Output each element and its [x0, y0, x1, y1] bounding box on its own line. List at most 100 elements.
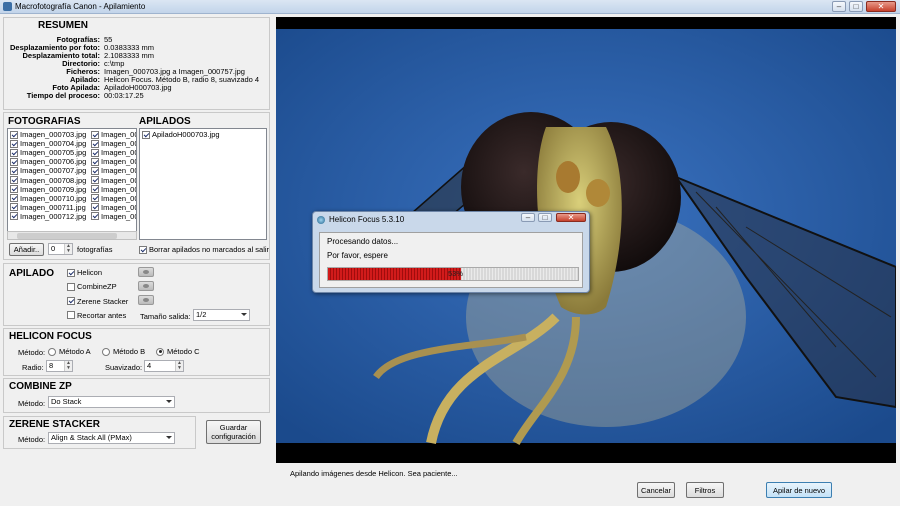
method-c-label: Método C — [167, 347, 200, 356]
method-b-radio[interactable]: Método B — [102, 347, 145, 356]
checkbox-icon[interactable] — [142, 130, 150, 139]
checkbox-icon[interactable] — [91, 194, 99, 203]
checkbox-icon[interactable] — [91, 203, 99, 212]
photo-list-item[interactable]: Imagen_000712.jpg — [10, 212, 86, 221]
preview-eye-icon[interactable] — [138, 295, 154, 305]
stacked-list-item[interactable]: ApiladoH000703.jpg — [142, 130, 220, 139]
checkbox-icon[interactable] — [67, 297, 75, 306]
checkbox-icon[interactable] — [91, 157, 99, 166]
checkbox-icon[interactable] — [91, 212, 99, 221]
checkbox-icon[interactable] — [91, 176, 99, 184]
photo-list-item[interactable]: Imagen_00 — [91, 203, 136, 212]
photo-list-item[interactable]: Imagen_00 — [91, 130, 136, 139]
checkbox-icon[interactable] — [91, 185, 99, 194]
photo-count-value: 0 — [51, 244, 56, 253]
checkbox-icon[interactable] — [10, 130, 18, 139]
photo-list-item[interactable]: Imagen_000708.jpg — [10, 176, 86, 185]
method-c-radio[interactable]: Método C — [156, 347, 200, 356]
stacking-option-checkbox[interactable]: Zerene Stacker — [67, 297, 128, 306]
stacked-list[interactable]: ApiladoH000703.jpg — [139, 128, 267, 240]
photo-list-item[interactable]: Imagen_00 — [91, 166, 137, 176]
checkbox-icon[interactable] — [10, 203, 18, 212]
photo-list-item[interactable]: Imagen_00 — [91, 157, 136, 166]
checkbox-icon[interactable] — [91, 166, 99, 175]
photo-list-item[interactable]: Imagen_000707.jpg — [10, 166, 86, 175]
checkbox-icon[interactable] — [91, 130, 99, 139]
stepper-arrows-icon[interactable]: ▲ ▼ — [175, 361, 183, 371]
checkbox-icon[interactable] — [91, 148, 99, 157]
delete-unmarked-checkbox[interactable]: Borrar apilados no marcados al salir — [139, 245, 269, 254]
preview-eye-icon[interactable] — [138, 267, 154, 277]
checkbox-icon[interactable] — [10, 212, 18, 221]
photo-list-item[interactable]: Imagen_000703.jpg — [10, 130, 86, 139]
zerene-method-select[interactable]: Align & Stack All (PMax) — [48, 432, 175, 444]
checkbox-icon[interactable] — [10, 166, 18, 175]
stacking-option-checkbox[interactable]: Recortar antes — [67, 311, 126, 320]
combinezp-method-select[interactable]: Do Stack — [48, 396, 175, 408]
checkbox-icon[interactable] — [10, 148, 18, 157]
method-a-radio[interactable]: Método A — [48, 347, 91, 356]
photo-filename: Imagen_00 — [101, 166, 137, 176]
dialog-maximize-button[interactable]: □ — [538, 213, 552, 222]
photo-filename: Imagen_000709.jpg — [20, 184, 87, 194]
photo-list-item[interactable]: Imagen_00 — [91, 176, 136, 185]
checkbox-icon[interactable] — [67, 311, 75, 320]
photos-list[interactable]: Imagen_000703.jpg Imagen_000704.jpg Imagen… — [7, 128, 137, 240]
close-button[interactable]: ✕ — [866, 1, 896, 12]
photo-list-item[interactable]: Imagen_00 — [91, 139, 136, 148]
radio-selected-icon[interactable] — [156, 347, 164, 356]
restack-button[interactable]: Apilar de nuevo — [766, 482, 832, 498]
radio-icon[interactable] — [48, 347, 56, 356]
checkbox-icon[interactable] — [10, 194, 18, 203]
radius-label: Radio: — [22, 363, 44, 372]
save-config-button[interactable]: Guardar configuración — [206, 420, 261, 444]
output-size-select[interactable]: 1/2 — [193, 309, 250, 321]
maximize-button[interactable]: □ — [849, 1, 863, 12]
photo-count-stepper[interactable]: 0 ▲ ▼ — [48, 243, 73, 255]
photo-filename: Imagen_000711.jpg — [20, 202, 86, 212]
checkbox-icon[interactable] — [67, 268, 75, 277]
radio-icon[interactable] — [102, 347, 110, 356]
stepper-arrows-icon[interactable]: ▲ ▼ — [64, 361, 72, 371]
minimize-button[interactable]: – — [832, 1, 846, 12]
photo-list-item[interactable]: Imagen_000705.jpg — [10, 148, 86, 157]
checkbox-icon[interactable] — [139, 245, 147, 254]
dialog-minimize-button[interactable]: – — [521, 213, 535, 222]
checkbox-icon[interactable] — [67, 282, 75, 291]
combinezp-method-label: Método: — [18, 399, 46, 408]
checkbox-icon[interactable] — [91, 139, 99, 148]
dialog-line1: Procesando datos... — [327, 237, 399, 246]
dialog-line2: Por favor, espere — [327, 251, 388, 260]
app-icon — [3, 2, 12, 11]
smoothing-stepper[interactable]: 4 ▲ ▼ — [144, 360, 184, 372]
photo-list-item[interactable]: Imagen_000709.jpg — [10, 185, 86, 194]
photos-scrollbar[interactable] — [7, 231, 137, 240]
output-size-label: Tamaño salida: — [140, 312, 191, 321]
checkbox-icon[interactable] — [10, 176, 18, 184]
radius-stepper[interactable]: 8 ▲ ▼ — [46, 360, 73, 372]
window-title: Macrofotografía Canon - Apilamiento — [15, 2, 146, 11]
output-size-value: 1/2 — [196, 310, 207, 319]
photo-list-item[interactable]: Imagen_000706.jpg — [10, 157, 86, 166]
add-button[interactable]: Añadir.. — [9, 243, 44, 256]
cancel-button[interactable]: Cancelar — [637, 482, 675, 498]
checkbox-icon[interactable] — [10, 185, 18, 194]
checkbox-icon[interactable] — [10, 157, 18, 166]
photo-list-item[interactable]: Imagen_000704.jpg — [10, 139, 86, 148]
stacking-option-checkbox[interactable]: CombineZP — [67, 282, 117, 291]
filters-button[interactable]: Filtros — [686, 482, 724, 498]
photo-filename: Imagen_00 — [101, 148, 137, 158]
dialog-title: Helicon Focus 5.3.10 — [329, 215, 405, 224]
photo-list-item[interactable]: Imagen_00 — [91, 212, 136, 221]
photo-list-item[interactable]: Imagen_000710.jpg — [10, 194, 86, 203]
photo-list-item[interactable]: Imagen_00 — [91, 185, 136, 194]
preview-eye-icon[interactable] — [138, 281, 154, 291]
photo-filename: Imagen_000705.jpg — [20, 148, 87, 158]
stepper-arrows-icon[interactable]: ▲ ▼ — [64, 244, 72, 254]
photo-list-item[interactable]: Imagen_00 — [91, 148, 137, 158]
checkbox-icon[interactable] — [10, 139, 18, 148]
stacking-option-checkbox[interactable]: Helicon — [67, 268, 102, 277]
dialog-close-button[interactable]: ✕ — [556, 213, 586, 222]
photo-list-item[interactable]: Imagen_000711.jpg — [10, 203, 86, 212]
photo-list-item[interactable]: Imagen_00 — [91, 194, 136, 203]
